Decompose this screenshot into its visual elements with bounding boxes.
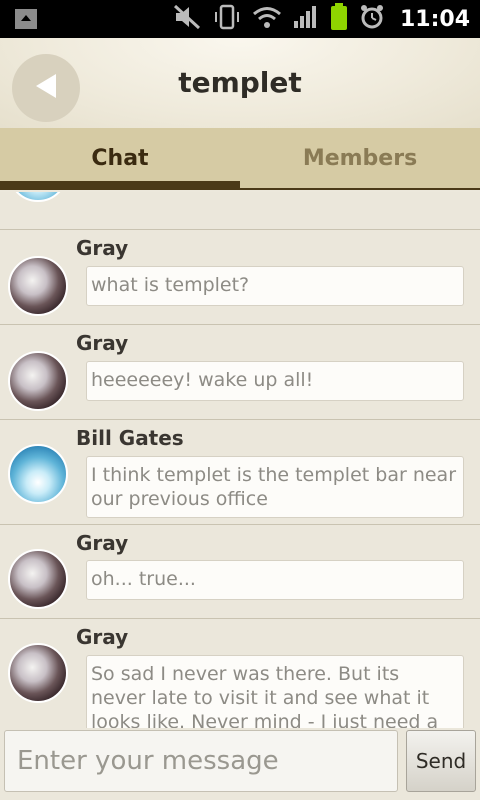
vibrate-icon: [213, 4, 241, 34]
gray-avatar[interactable]: [8, 643, 68, 703]
sd-card-icon: [14, 7, 40, 35]
tab-members[interactable]: Members: [240, 128, 480, 188]
sender-name: Gray: [76, 531, 129, 555]
message-bubble: So sad I never was there. But its never …: [86, 655, 464, 728]
message-text: heeeeeey! wake up all!: [91, 369, 314, 391]
message-text: So sad I never was there. But its never …: [91, 663, 439, 728]
message-bubble: oh... true...: [86, 560, 464, 600]
message-bubble: heeeeeey! wake up all!: [86, 361, 464, 401]
message-text: I think templet is the templet bar near …: [91, 464, 457, 510]
gray-avatar[interactable]: [8, 351, 68, 411]
message-text: oh... true...: [91, 568, 196, 590]
list-item[interactable]: Bill Gates I think templet is the temple…: [0, 420, 480, 525]
message-text: what is templet?: [91, 274, 250, 296]
alarm-icon: [359, 4, 385, 34]
bill-gates-avatar[interactable]: [8, 444, 68, 504]
message-input[interactable]: [4, 730, 398, 792]
gray-avatar[interactable]: [8, 256, 68, 316]
clock: 11:04: [399, 6, 470, 32]
list-item[interactable]: j: [0, 192, 480, 230]
message-bubble: what is templet?: [86, 266, 464, 306]
tab-bar: Chat Members: [0, 128, 480, 190]
status-bar: 11:04: [0, 0, 480, 38]
message-bubble: I think templet is the templet bar near …: [86, 456, 464, 518]
battery-icon: [330, 3, 348, 35]
list-item[interactable]: Gray what is templet?: [0, 230, 480, 325]
list-item[interactable]: Gray So sad I never was there. But its n…: [0, 619, 480, 728]
send-button[interactable]: Send: [406, 730, 476, 792]
sender-name: Gray: [76, 331, 129, 355]
active-tab-indicator: [0, 181, 240, 188]
signal-icon: [293, 5, 319, 33]
sender-name: Bill Gates: [76, 426, 184, 450]
sender-name: Gray: [76, 236, 129, 260]
gray-avatar[interactable]: [8, 549, 68, 609]
tab-chat[interactable]: Chat: [0, 128, 240, 188]
list-item[interactable]: Gray heeeeeey! wake up all!: [0, 325, 480, 420]
bill-gates-avatar[interactable]: [8, 192, 68, 202]
app-header: templet: [0, 38, 480, 128]
message-list[interactable]: j Gray what is templet? Gray heeeeeey! w…: [0, 192, 480, 728]
mute-icon: [172, 4, 202, 34]
list-item[interactable]: Gray oh... true...: [0, 525, 480, 619]
composer-bar: Send: [0, 728, 480, 800]
wifi-icon: [252, 5, 282, 33]
page-title: templet: [178, 66, 302, 99]
sender-name: Gray: [76, 625, 129, 649]
